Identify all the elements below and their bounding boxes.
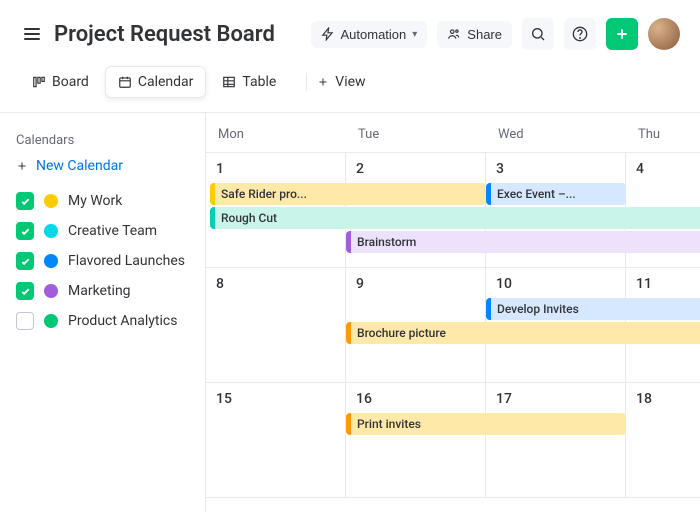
- calendar-item[interactable]: Flavored Launches: [16, 246, 189, 276]
- add-button[interactable]: [606, 18, 638, 50]
- new-calendar-label: New Calendar: [36, 158, 123, 174]
- tab-board-label: Board: [52, 74, 89, 90]
- plus-icon: [614, 26, 630, 42]
- help-button[interactable]: [564, 18, 596, 50]
- tab-calendar-label: Calendar: [138, 74, 194, 90]
- new-calendar-button[interactable]: New Calendar: [16, 158, 189, 174]
- tab-calendar[interactable]: Calendar: [105, 66, 207, 98]
- calendar-label: Creative Team: [68, 223, 157, 239]
- event-pill[interactable]: Exec Event –...: [486, 183, 626, 205]
- event-pill[interactable]: Rough Cut: [210, 207, 700, 229]
- calendar-item[interactable]: Product Analytics: [16, 306, 189, 336]
- plus-icon: [16, 160, 28, 172]
- plus-icon: [317, 76, 329, 88]
- event-label: Rough Cut: [221, 211, 277, 225]
- event-color-bar: [210, 183, 215, 205]
- day-header: Wed: [486, 113, 626, 152]
- event-pill[interactable]: Brainstorm: [346, 231, 700, 253]
- event-pill[interactable]: Print invites: [346, 413, 626, 435]
- week-row: 891011Develop InvitesBrochure picture: [206, 268, 700, 383]
- color-dot: [44, 284, 58, 298]
- event-label: Develop Invites: [497, 302, 579, 316]
- share-label: Share: [467, 27, 502, 42]
- sidebar-heading: Calendars: [16, 133, 189, 148]
- checkbox[interactable]: [16, 222, 34, 240]
- table-icon: [222, 75, 236, 89]
- event-color-bar: [346, 231, 351, 253]
- menu-icon[interactable]: [20, 24, 44, 44]
- event-label: Exec Event –...: [497, 187, 576, 201]
- event-color-bar: [346, 322, 351, 344]
- calendar-label: My Work: [68, 193, 122, 209]
- color-dot: [44, 314, 58, 328]
- color-dot: [44, 254, 58, 268]
- event-color-bar: [486, 183, 491, 205]
- day-header: Tue: [346, 113, 486, 152]
- event-label: Print invites: [357, 417, 421, 431]
- checkbox[interactable]: [16, 252, 34, 270]
- day-header: Thu: [626, 113, 700, 152]
- checkbox[interactable]: [16, 312, 34, 330]
- automation-button[interactable]: Automation ▾: [311, 21, 428, 48]
- page-title: Project Request Board: [54, 22, 301, 47]
- share-button[interactable]: Share: [437, 21, 512, 48]
- calendar-label: Flavored Launches: [68, 253, 185, 269]
- calendar-label: Product Analytics: [68, 313, 177, 329]
- event-color-bar: [346, 413, 351, 435]
- color-dot: [44, 224, 58, 238]
- tab-add-view[interactable]: View: [292, 66, 377, 98]
- event-label: Brochure picture: [357, 326, 446, 340]
- tab-view-label: View: [335, 74, 365, 90]
- tab-table[interactable]: Table: [210, 66, 288, 98]
- event-label: Brainstorm: [357, 235, 416, 249]
- checkbox[interactable]: [16, 192, 34, 210]
- board-icon: [32, 75, 46, 89]
- calendar-item[interactable]: My Work: [16, 186, 189, 216]
- event-pill[interactable]: Safe Rider pro...: [210, 183, 486, 205]
- calendar-item[interactable]: Marketing: [16, 276, 189, 306]
- calendar-item[interactable]: Creative Team: [16, 216, 189, 246]
- day-header: Mon: [206, 113, 346, 152]
- chevron-down-icon: ▾: [412, 29, 417, 40]
- help-icon: [572, 26, 588, 42]
- color-dot: [44, 194, 58, 208]
- event-color-bar: [486, 298, 491, 320]
- tab-table-label: Table: [242, 74, 276, 90]
- search-icon: [530, 26, 546, 42]
- event-pill[interactable]: Develop Invites: [486, 298, 700, 320]
- week-row: 15161718Print invites: [206, 383, 700, 498]
- calendar-icon: [118, 75, 132, 89]
- event-color-bar: [210, 207, 215, 229]
- week-row: 1234Safe Rider pro...Exec Event –...Roug…: [206, 153, 700, 268]
- calendar-label: Marketing: [68, 283, 131, 299]
- divider: [306, 73, 307, 91]
- people-icon: [447, 27, 461, 41]
- avatar[interactable]: [648, 18, 680, 50]
- tab-board[interactable]: Board: [20, 66, 101, 98]
- event-pill[interactable]: Brochure picture: [346, 322, 700, 344]
- event-label: Safe Rider pro...: [221, 187, 307, 201]
- bolt-icon: [321, 27, 335, 41]
- checkbox[interactable]: [16, 282, 34, 300]
- automation-label: Automation: [341, 27, 407, 42]
- search-button[interactable]: [522, 18, 554, 50]
